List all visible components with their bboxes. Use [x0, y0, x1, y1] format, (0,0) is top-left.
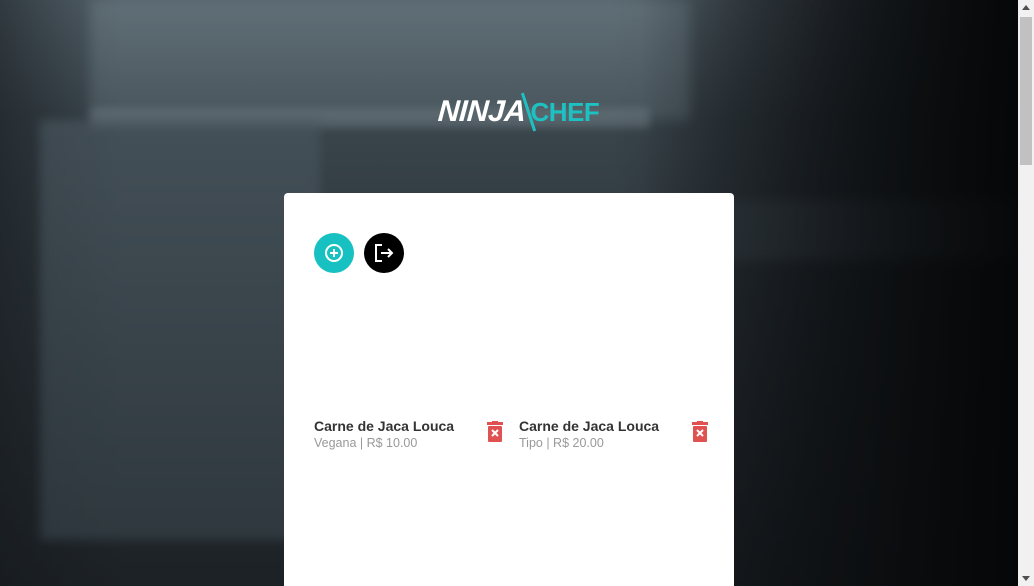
item-name: Carne de Jaca Louca	[519, 418, 660, 434]
logo-ninja-text: NINJA	[436, 95, 527, 128]
scroll-down-icon[interactable]	[1022, 576, 1030, 581]
logout-icon	[375, 244, 394, 262]
menu-card: Carne de Jaca Louca Vegana | R$ 10.00 Ca…	[284, 193, 734, 586]
ninjachef-logo: NINJA CHEF	[436, 90, 600, 134]
item-name: Carne de Jaca Louca	[314, 418, 455, 434]
vertical-scrollbar[interactable]	[1018, 0, 1034, 586]
logout-button[interactable]	[364, 233, 404, 273]
background-counter	[40, 120, 320, 540]
trash-icon[interactable]	[486, 421, 504, 443]
menu-item: Carne de Jaca Louca Tipo | R$ 20.00	[519, 417, 709, 457]
trash-icon[interactable]	[691, 421, 709, 443]
item-meta: Tipo | R$ 20.00	[519, 436, 604, 450]
background-wall	[90, 0, 690, 120]
scroll-up-icon[interactable]	[1022, 5, 1030, 10]
add-item-button[interactable]	[314, 233, 354, 273]
menu-item: Carne de Jaca Louca Vegana | R$ 10.00	[314, 417, 504, 457]
scrollbar-thumb[interactable]	[1020, 17, 1032, 165]
logo-chef-text: CHEF	[530, 96, 600, 127]
item-meta: Vegana | R$ 10.00	[314, 436, 418, 450]
plus-circle-icon	[325, 244, 343, 262]
